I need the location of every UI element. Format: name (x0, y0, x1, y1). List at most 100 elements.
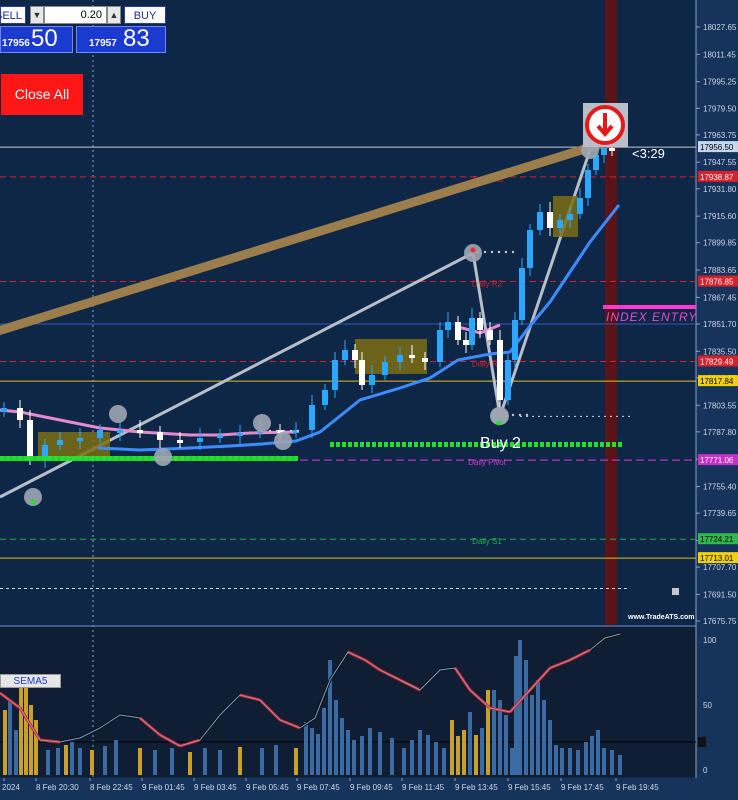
signal-tick (540, 442, 544, 447)
volume-bar (8, 700, 12, 775)
lot-size-input[interactable]: 0.20 (44, 6, 107, 24)
bid-price-points: 50 (31, 25, 58, 52)
projection-dot (497, 250, 501, 254)
volume-bar (576, 750, 580, 775)
volume-bar (486, 690, 490, 775)
candle-body (609, 148, 615, 151)
candle-body (437, 330, 443, 362)
price-axis-label: 17755.40 (703, 483, 737, 492)
indicator-name-label: SEMA5 (0, 674, 61, 688)
volume-bar (56, 748, 60, 775)
price-axis-label: 17995.25 (703, 78, 737, 87)
signal-tick (330, 442, 334, 447)
candle-body (57, 440, 63, 445)
candle-body (137, 430, 143, 433)
sell-button[interactable]: SELL (0, 6, 26, 24)
time-axis-label: 9 Feb 19:45 (616, 783, 659, 792)
candle-body (359, 360, 365, 385)
volume-bar (29, 705, 33, 775)
close-all-button[interactable]: Close All (1, 74, 83, 115)
volume-bar (560, 748, 564, 775)
signal-tick (558, 442, 562, 447)
volume-bar (322, 708, 326, 775)
buy-arrow-marker (30, 499, 36, 505)
ask-quote[interactable]: 17957 83 (76, 25, 166, 53)
candle-body (27, 420, 33, 460)
volume-bar (548, 720, 552, 775)
projection-dot (275, 429, 279, 433)
signal-tick (372, 442, 376, 447)
level-label-s1: Daily S1 (472, 537, 502, 546)
candle-body (77, 438, 83, 441)
time-axis-label: 9 Feb 09:45 (350, 783, 393, 792)
signal-tick (336, 442, 340, 447)
candle-body (382, 362, 388, 375)
candle-body (505, 360, 511, 400)
price-tag-label: 17829.49 (700, 357, 734, 366)
signal-tick (408, 442, 412, 447)
buy-button[interactable]: BUY (124, 6, 166, 24)
volume-bar (514, 656, 518, 775)
price-axis-label: 17691.50 (703, 590, 737, 599)
signal-tick (432, 442, 436, 447)
volume-bar (530, 695, 534, 775)
candle-timer: <3:29 (632, 146, 665, 161)
projection-dot (511, 250, 515, 254)
time-axis-label: 9 Feb 13:45 (455, 783, 498, 792)
lot-decrease-button[interactable]: ▼ (30, 6, 44, 24)
signal-tick (552, 442, 556, 447)
signal-tick (366, 442, 370, 447)
candle-body (409, 355, 415, 358)
volume-bar (138, 748, 142, 775)
candle-body (527, 230, 533, 268)
volume-bar (14, 730, 18, 775)
sell-arrow-marker (470, 247, 476, 253)
signal-bar (0, 456, 296, 461)
signal-tick (606, 442, 610, 447)
candle-body (512, 320, 518, 360)
volume-bar (474, 735, 478, 775)
bid-price-prefix: 17956 (2, 38, 30, 49)
volume-bar (468, 712, 472, 775)
time-axis-label: 9 Feb 01:45 (142, 783, 185, 792)
swing-point-marker (154, 448, 172, 466)
signal-tick (612, 442, 616, 447)
volume-bar (518, 640, 522, 775)
signal-tick (594, 442, 598, 447)
volume-bar (203, 748, 207, 775)
price-chart[interactable]: Daily R3Daily R2Daily R1Daily PivotDaily… (0, 0, 738, 800)
bid-quote[interactable]: 17956 50 (0, 25, 73, 53)
projection-dot (504, 250, 508, 254)
candle-body (547, 212, 553, 228)
signal-tick (402, 442, 406, 447)
candle-body (197, 438, 203, 442)
indicator-axis-label: 100 (703, 636, 717, 645)
volume-bar (510, 748, 514, 775)
consolidation-box (553, 196, 578, 237)
price-axis-label: 17835.50 (703, 347, 737, 356)
buy-arrow-marker (496, 420, 502, 426)
volume-bar (610, 750, 614, 775)
volume-bar (618, 755, 622, 775)
candle-body (477, 318, 483, 330)
signal-tick (588, 442, 592, 447)
time-axis-label: 9 Feb 17:45 (561, 783, 604, 792)
candle-body (177, 440, 183, 443)
lot-increase-button[interactable]: ▲ (107, 6, 121, 24)
price-axis-label: 17963.75 (703, 131, 737, 140)
swing-point-marker (274, 432, 292, 450)
volume-bar (310, 728, 314, 775)
projection-dot (296, 429, 300, 433)
candle-body (557, 220, 563, 228)
candle-body (369, 375, 375, 385)
watermark-text: www.TradeATS.com (627, 614, 695, 621)
candle-body (332, 360, 338, 390)
candle-body (463, 340, 469, 345)
volume-bar (456, 736, 460, 775)
volume-bar (442, 748, 446, 775)
signal-tick (342, 442, 346, 447)
price-axis-label: 17883.65 (703, 266, 737, 275)
candle-body (422, 358, 428, 362)
price-tag-label: 17956.50 (700, 143, 734, 152)
signal-tick (348, 442, 352, 447)
